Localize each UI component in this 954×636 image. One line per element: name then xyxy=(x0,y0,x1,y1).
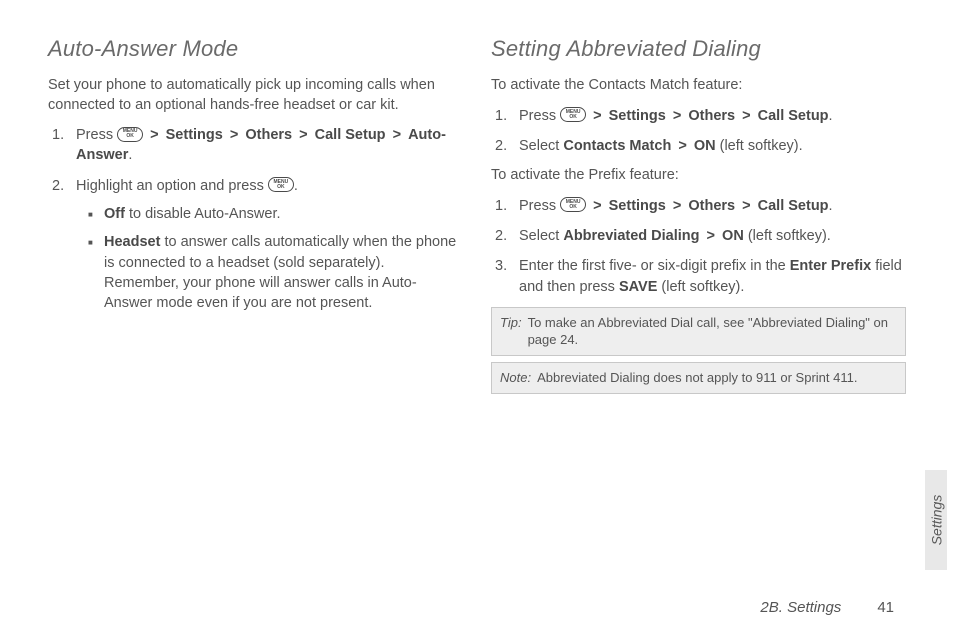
path-others: Others xyxy=(688,108,735,124)
step-end: (left softkey). xyxy=(657,279,744,295)
off-label: Off xyxy=(104,206,125,222)
on-label: ON xyxy=(722,228,744,244)
auto-answer-step-1: Press MENU OK > Settings > Others > Call… xyxy=(70,125,463,166)
note-callout: Note: Abbreviated Dialing does not apply… xyxy=(491,362,906,394)
step-end: . xyxy=(128,147,132,163)
save-label: SAVE xyxy=(619,279,657,295)
prefix-step-2: Select Abbreviated Dialing > ON (left so… xyxy=(513,226,906,246)
step-end: . xyxy=(294,178,298,194)
path-sep: > xyxy=(147,127,161,143)
auto-answer-step-2: Highlight an option and press MENU OK . … xyxy=(70,176,463,314)
path-settings: Settings xyxy=(609,108,666,124)
menu-ok-icon: MENU OK xyxy=(117,127,143,142)
menuok-bottom: OK xyxy=(126,134,134,139)
auto-answer-intro: Set your phone to automatically pick up … xyxy=(48,76,463,115)
path-call-setup: Call Setup xyxy=(315,127,386,143)
prefix-step-1: Press MENU OK > Settings > Others > Call… xyxy=(513,196,906,216)
tip-text: To make an Abbreviated Dial call, see "A… xyxy=(528,314,897,349)
path-sep: > xyxy=(390,127,404,143)
note-label: Note: xyxy=(500,369,531,387)
menuok-bottom: OK xyxy=(569,115,577,120)
menuok-bottom: OK xyxy=(277,185,285,190)
path-sep: > xyxy=(670,198,684,214)
step-end: (left softkey). xyxy=(716,138,803,154)
step-text: Press xyxy=(519,198,560,214)
contacts-match-steps: Press MENU OK > Settings > Others > Call… xyxy=(491,106,906,157)
footer-section: 2B. Settings xyxy=(760,599,841,616)
path-settings: Settings xyxy=(609,198,666,214)
headset-label: Headset xyxy=(104,234,160,250)
contacts-match-step-1: Press MENU OK > Settings > Others > Call… xyxy=(513,106,906,126)
contacts-match-intro: To activate the Contacts Match feature: xyxy=(491,76,906,96)
footer-page-number: 41 xyxy=(877,599,894,616)
path-settings: Settings xyxy=(166,127,223,143)
sub-option-headset: Headset to answer calls automatically wh… xyxy=(94,232,463,313)
step-text: Press xyxy=(76,127,117,143)
step-end: . xyxy=(829,108,833,124)
step-text: Press xyxy=(519,108,560,124)
path-sep: > xyxy=(739,108,753,124)
prefix-steps: Press MENU OK > Settings > Others > Call… xyxy=(491,196,906,297)
step-text: Highlight an option and press xyxy=(76,178,268,194)
path-sep: > xyxy=(704,228,718,244)
abbrev-dialing-heading: Setting Abbreviated Dialing xyxy=(491,36,906,62)
menuok-bottom: OK xyxy=(569,205,577,210)
path-sep: > xyxy=(739,198,753,214)
menu-ok-icon: MENU OK xyxy=(268,177,294,192)
side-tab-settings: Settings xyxy=(925,470,947,570)
note-text: Abbreviated Dialing does not apply to 91… xyxy=(537,369,857,387)
menu-ok-icon: MENU OK xyxy=(560,107,586,122)
path-sep: > xyxy=(590,108,604,124)
sub-option-off: Off to disable Auto-Answer. xyxy=(94,204,463,224)
right-column: Setting Abbreviated Dialing To activate … xyxy=(491,36,906,400)
tip-label: Tip: xyxy=(500,314,522,349)
abbrev-dialing-label: Abbreviated Dialing xyxy=(563,228,699,244)
step-end: (left softkey). xyxy=(744,228,831,244)
contacts-match-label: Contacts Match xyxy=(563,138,671,154)
enter-prefix-label: Enter Prefix xyxy=(790,258,871,274)
auto-answer-steps: Press MENU OK > Settings > Others > Call… xyxy=(48,125,463,313)
off-text: to disable Auto-Answer. xyxy=(125,206,281,222)
prefix-step-3: Enter the first five- or six-digit prefi… xyxy=(513,256,906,297)
path-others: Others xyxy=(245,127,292,143)
tip-callout: Tip: To make an Abbreviated Dial call, s… xyxy=(491,307,906,356)
path-sep: > xyxy=(296,127,310,143)
path-sep: > xyxy=(227,127,241,143)
step-text: Select xyxy=(519,228,563,244)
path-others: Others xyxy=(688,198,735,214)
step-text: Select xyxy=(519,138,563,154)
left-column: Auto-Answer Mode Set your phone to autom… xyxy=(48,36,463,400)
auto-answer-sub-options: Off to disable Auto-Answer. Headset to a… xyxy=(76,204,463,313)
step-end: . xyxy=(829,198,833,214)
path-call-setup: Call Setup xyxy=(758,198,829,214)
path-sep: > xyxy=(590,198,604,214)
page-content: Auto-Answer Mode Set your phone to autom… xyxy=(0,0,954,410)
auto-answer-heading: Auto-Answer Mode xyxy=(48,36,463,62)
prefix-intro: To activate the Prefix feature: xyxy=(491,166,906,186)
step-text: Enter the first five- or six-digit prefi… xyxy=(519,258,790,274)
contacts-match-step-2: Select Contacts Match > ON (left softkey… xyxy=(513,136,906,156)
side-tab-label: Settings xyxy=(928,495,944,546)
path-sep: > xyxy=(675,138,689,154)
path-sep: > xyxy=(670,108,684,124)
on-label: ON xyxy=(694,138,716,154)
path-call-setup: Call Setup xyxy=(758,108,829,124)
page-footer: 2B. Settings 41 xyxy=(760,599,894,616)
menu-ok-icon: MENU OK xyxy=(560,197,586,212)
